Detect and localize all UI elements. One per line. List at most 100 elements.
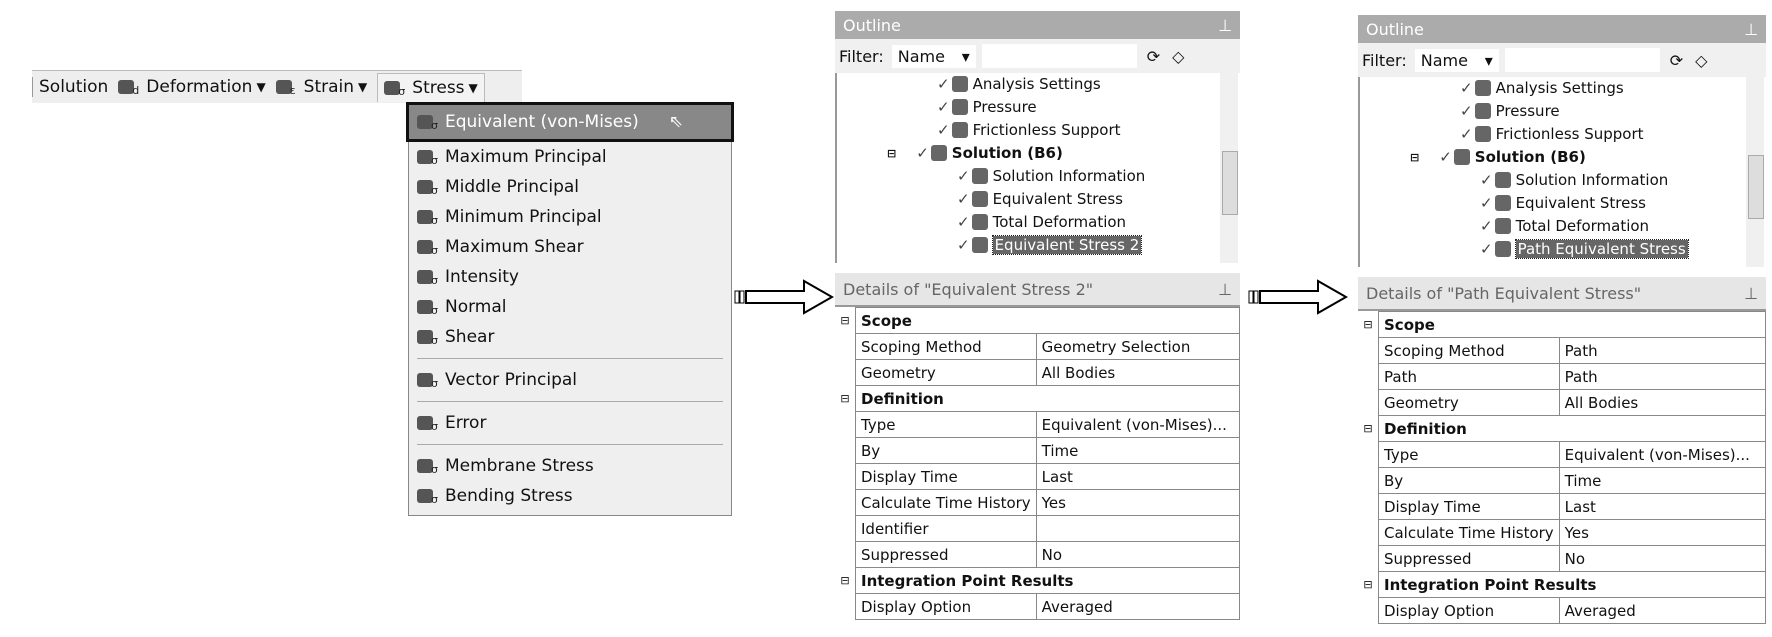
filter-input[interactable] (981, 44, 1137, 68)
property-value[interactable]: Path (1558, 363, 1767, 390)
property-row[interactable]: Suppressed No (1358, 545, 1767, 572)
pin-icon[interactable]: ⊥ (1744, 20, 1758, 39)
menu-item[interactable]: σ Normal (409, 292, 731, 322)
tree-node[interactable]: ✓ Pressure (937, 98, 1037, 116)
property-value[interactable]: Averaged (1035, 593, 1241, 620)
solution-button[interactable]: Solution (32, 77, 108, 97)
filter-select[interactable]: Name ▾ (1414, 48, 1499, 72)
refresh-icon[interactable]: ⟳ (1670, 51, 1683, 70)
property-row[interactable]: Geometry All Bodies (1358, 389, 1767, 416)
vertical-scrollbar[interactable] (1746, 77, 1764, 267)
collapse-icon[interactable]: ⊟ (835, 385, 856, 412)
tree-node[interactable]: ✓ Analysis Settings (1460, 79, 1624, 97)
collapse-icon[interactable]: ⊟ (1358, 571, 1379, 598)
dropdown-arrow-icon: ▼ (358, 80, 368, 94)
property-name: By (1378, 467, 1560, 494)
tree-node[interactable]: ✓ Equivalent Stress (1480, 194, 1646, 212)
property-value[interactable]: Equivalent (von-Mises)... (1035, 411, 1241, 438)
property-value[interactable]: Equivalent (von-Mises)... (1558, 441, 1767, 468)
refresh-icon[interactable]: ⟳ (1147, 47, 1160, 66)
stress-button[interactable]: σ Stress ▼ (377, 72, 485, 102)
tree-node[interactable]: ✓ Total Deformation (957, 213, 1126, 231)
property-row[interactable]: Calculate Time History Yes (835, 489, 1241, 516)
menu-item[interactable]: σ Minimum Principal (409, 202, 731, 232)
filter-select[interactable]: Name ▾ (891, 44, 976, 68)
menu-item[interactable]: σ Error (409, 408, 731, 438)
stress-icon: σ (417, 270, 438, 287)
property-row[interactable]: Type Equivalent (von-Mises)... (1358, 441, 1767, 468)
collapse-icon[interactable]: ⊟ (1410, 151, 1419, 164)
menu-item[interactable]: σ Bending Stress (409, 481, 731, 511)
property-row[interactable]: By Time (1358, 467, 1767, 494)
property-value[interactable]: Averaged (1558, 597, 1767, 624)
collapse-icon[interactable]: ⊟ (1358, 415, 1379, 442)
menu-item[interactable]: σ Maximum Shear (409, 232, 731, 262)
property-value[interactable]: Yes (1558, 519, 1767, 546)
vertical-scrollbar[interactable] (1220, 73, 1238, 263)
clear-filter-icon[interactable]: ◇ (1172, 47, 1184, 66)
property-row[interactable]: Display Time Last (835, 463, 1241, 490)
pin-icon[interactable]: ⊥ (1744, 284, 1758, 303)
property-value[interactable]: All Bodies (1035, 359, 1241, 386)
tree-node-label: Total Deformation (992, 213, 1127, 231)
deformation-button[interactable]: d Deformation ▼ (118, 77, 266, 97)
tree-node[interactable]: ✓ Equivalent Stress 2 (957, 235, 1143, 255)
strain-button[interactable]: ε Strain ▼ (275, 77, 368, 97)
property-row[interactable]: Geometry All Bodies (835, 359, 1241, 386)
collapse-icon[interactable]: ⊟ (1358, 311, 1379, 338)
property-value[interactable]: All Bodies (1558, 389, 1767, 416)
property-value[interactable]: No (1035, 541, 1241, 568)
tree-node[interactable]: ✓ Equivalent Stress (957, 190, 1123, 208)
property-name: Display Option (1378, 597, 1560, 624)
menu-item[interactable]: σ Equivalent (von-Mises) ⇖ (406, 102, 734, 142)
property-value[interactable]: No (1558, 545, 1767, 572)
filter-input[interactable] (1504, 48, 1660, 72)
property-row[interactable]: Display Time Last (1358, 493, 1767, 520)
collapse-icon[interactable]: ⊟ (887, 147, 896, 160)
property-row[interactable]: Scoping Method Geometry Selection (835, 333, 1241, 360)
menu-item[interactable]: σ Membrane Stress (409, 451, 731, 481)
property-row[interactable]: Display Option Averaged (835, 593, 1241, 620)
tree-node[interactable]: ✓ Path Equivalent Stress (1480, 239, 1689, 259)
pin-icon[interactable]: ⊥ (1218, 16, 1232, 35)
property-row[interactable]: Identifier (835, 515, 1241, 542)
property-value[interactable]: Time (1558, 467, 1767, 494)
collapse-icon[interactable]: ⊟ (835, 307, 856, 334)
tree-node[interactable]: ⊟ ✓ Solution (B6) (887, 144, 1063, 162)
pin-icon[interactable]: ⊥ (1218, 280, 1232, 299)
property-row[interactable]: Path Path (1358, 363, 1767, 390)
property-row[interactable]: Scoping Method Path (1358, 337, 1767, 364)
menu-item[interactable]: σ Middle Principal (409, 172, 731, 202)
scrollbar-thumb[interactable] (1748, 155, 1764, 219)
tree-node[interactable]: ⊟ ✓ Solution (B6) (1410, 148, 1586, 166)
tree-node[interactable]: ✓ Analysis Settings (937, 75, 1101, 93)
tree-node[interactable]: ✓ Pressure (1460, 102, 1560, 120)
property-value[interactable]: Last (1035, 463, 1241, 490)
property-row[interactable]: Calculate Time History Yes (1358, 519, 1767, 546)
tree-node[interactable]: ✓ Total Deformation (1480, 217, 1649, 235)
property-value[interactable]: Yes (1035, 489, 1241, 516)
tree-node-label: Solution Information (992, 167, 1146, 185)
menu-item[interactable]: σ Vector Principal (409, 365, 731, 395)
menu-item[interactable]: σ Maximum Principal (409, 142, 731, 172)
property-value[interactable] (1035, 515, 1241, 542)
property-row[interactable]: Type Equivalent (von-Mises)... (835, 411, 1241, 438)
collapse-icon[interactable]: ⊟ (835, 567, 856, 594)
property-value[interactable]: Time (1035, 437, 1241, 464)
clear-filter-icon[interactable]: ◇ (1695, 51, 1707, 70)
tree-node[interactable]: ✓ Solution Information (957, 167, 1145, 185)
scrollbar-thumb[interactable] (1222, 151, 1238, 215)
tree-node[interactable]: ✓ Frictionless Support (937, 121, 1121, 139)
property-row[interactable]: Display Option Averaged (1358, 597, 1767, 624)
tree-node[interactable]: ✓ Frictionless Support (1460, 125, 1644, 143)
menu-item[interactable]: σ Shear (409, 322, 731, 352)
tree-node[interactable]: ✓ Solution Information (1480, 171, 1668, 189)
property-value[interactable]: Geometry Selection (1035, 333, 1241, 360)
property-row[interactable]: Suppressed No (835, 541, 1241, 568)
property-row[interactable]: By Time (835, 437, 1241, 464)
menu-item-label: Membrane Stress (445, 456, 594, 476)
check-icon: ✓ (1480, 240, 1493, 258)
property-value[interactable]: Last (1558, 493, 1767, 520)
menu-item[interactable]: σ Intensity (409, 262, 731, 292)
property-value[interactable]: Path (1558, 337, 1767, 364)
